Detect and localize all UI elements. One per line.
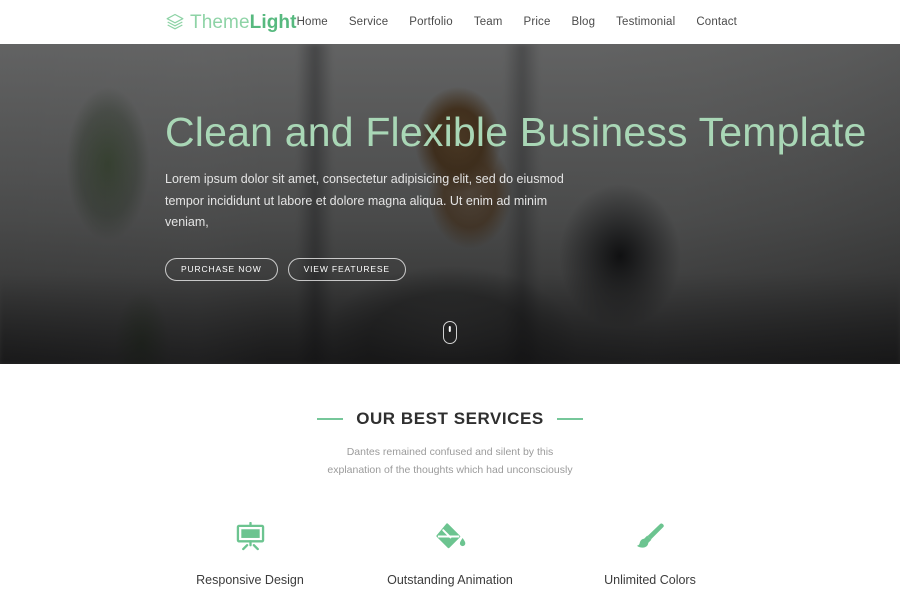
section-heading: OUR BEST SERVICES <box>0 409 900 429</box>
service-card-outstanding-animation: Outstanding Animation Lorem ipsum dolor … <box>350 515 550 600</box>
site-header: ThemeLight Home Service Portfolio Team P… <box>0 0 900 44</box>
nav-item-blog[interactable]: Blog <box>572 16 596 28</box>
service-title: Outstanding Animation <box>387 573 513 588</box>
nav-item-contact[interactable]: Contact <box>696 16 737 28</box>
nav-item-testimonial[interactable]: Testimonial <box>616 16 675 28</box>
brand-logo[interactable]: ThemeLight <box>165 12 297 32</box>
service-grid: Responsive Design Lorem ipsum dolor sit … <box>150 515 750 600</box>
section-subtitle: Dantes remained confused and silent by t… <box>327 446 573 477</box>
header-inner: ThemeLight Home Service Portfolio Team P… <box>0 12 900 32</box>
purchase-now-button[interactable]: PURCHASE NOW <box>165 257 278 281</box>
section-title: OUR BEST SERVICES <box>356 409 544 428</box>
service-card-responsive-design: Responsive Design Lorem ipsum dolor sit … <box>150 515 350 600</box>
service-title: Unlimited Colors <box>604 573 696 588</box>
hero-subtitle-line-1: Lorem ipsum dolor sit amet, consectetur … <box>165 172 564 187</box>
paint-brush-icon <box>564 515 736 557</box>
services-section: OUR BEST SERVICES Dantes remained confus… <box>0 364 900 600</box>
brand-text-light: Light <box>249 11 297 33</box>
service-card-unlimited-colors: Unlimited Colors Lorem ipsum dolor sit a… <box>550 515 750 600</box>
hero-content: Clean and Flexible Business Template Lor… <box>0 44 900 281</box>
nav-item-portfolio[interactable]: Portfolio <box>409 16 453 28</box>
brand-text-theme: Theme <box>190 11 250 33</box>
main-navigation: Home Service Portfolio Team Price Blog T… <box>297 16 737 28</box>
layers-stack-icon <box>165 12 185 32</box>
hero-subtitle: Lorem ipsum dolor sit amet, consectetur … <box>165 169 585 234</box>
hero-buttons: PURCHASE NOW VIEW FEATURESE <box>165 257 900 281</box>
nav-item-price[interactable]: Price <box>524 16 551 28</box>
service-title: Responsive Design <box>196 573 304 588</box>
heading-rule-right <box>556 418 583 420</box>
mouse-scroll-wheel <box>448 326 452 332</box>
brand-text: ThemeLight <box>190 13 297 32</box>
paint-bucket-icon <box>364 515 536 557</box>
heading-rule-left <box>317 418 344 420</box>
nav-item-team[interactable]: Team <box>474 16 503 28</box>
monitor-screen-icon <box>164 515 336 557</box>
nav-item-service[interactable]: Service <box>349 16 388 28</box>
hero-title: Clean and Flexible Business Template <box>165 109 867 155</box>
hero-subtitle-line-2: tempor incididunt ut labore et dolore ma… <box>165 193 548 230</box>
mouse-scroll-icon[interactable] <box>443 321 457 344</box>
nav-item-home[interactable]: Home <box>297 16 328 28</box>
view-features-button[interactable]: VIEW FEATURESE <box>287 257 406 281</box>
hero-banner: Clean and Flexible Business Template Lor… <box>0 44 900 364</box>
